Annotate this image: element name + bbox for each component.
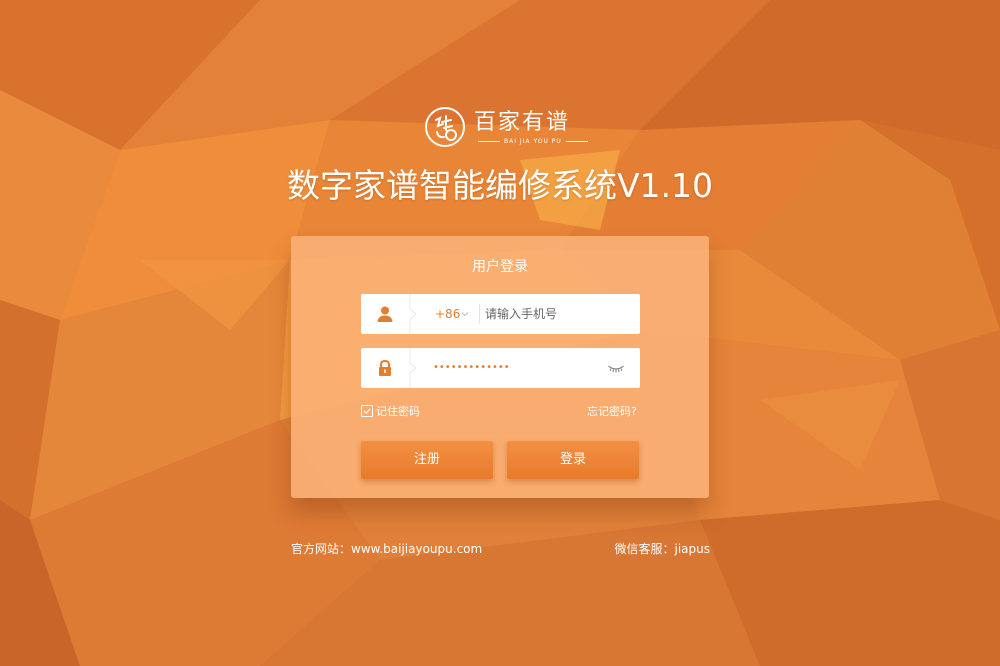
eye-closed-icon[interactable]	[607, 361, 625, 375]
user-icon	[377, 306, 393, 322]
lock-icon	[379, 359, 391, 376]
login-card: 用户登录 +86 ••••••	[291, 236, 709, 498]
password-field: •••••••••••••	[361, 348, 640, 388]
login-page: 百家有谱 BAI JIA YOU PU 数字家谱智能编修系统V1.10 用户登录…	[0, 0, 1000, 666]
remember-password[interactable]: 记住密码	[361, 404, 420, 420]
remember-checkbox[interactable]	[361, 405, 373, 417]
footer-website: 官方网站：www.baijiayoupu.com	[291, 542, 483, 556]
field-divider	[409, 294, 417, 334]
login-button[interactable]: 登录	[507, 441, 639, 479]
country-code-select[interactable]: +86	[435, 305, 460, 323]
phone-input[interactable]	[485, 302, 633, 326]
app-title: 数字家谱智能编修系统V1.10	[286, 166, 714, 205]
chevron-down-icon[interactable]	[461, 310, 469, 318]
login-heading: 用户登录	[472, 259, 528, 275]
field-divider	[409, 348, 417, 388]
country-code-separator	[479, 304, 480, 324]
remember-label: 记住密码	[376, 405, 420, 418]
check-icon	[363, 408, 371, 415]
footer-wechat: 微信客服：jiapus	[614, 542, 711, 556]
brand-logo: 百家有谱 BAI JIA YOU PU	[424, 106, 584, 156]
logo-mark-icon	[425, 107, 465, 147]
register-button[interactable]: 注册	[361, 441, 493, 479]
logo-text: 百家有谱	[474, 110, 571, 135]
phone-field: +86	[361, 294, 640, 334]
logo-subtext: BAI JIA YOU PU	[474, 138, 578, 146]
password-input[interactable]: •••••••••••••	[433, 360, 510, 376]
forgot-password-link[interactable]: 忘记密码?	[587, 404, 637, 420]
